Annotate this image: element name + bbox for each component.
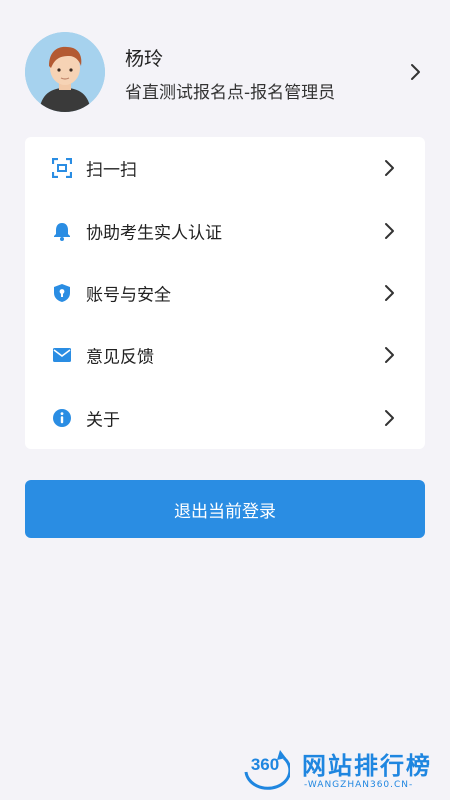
chevron-right-icon: [411, 64, 420, 80]
avatar: [25, 32, 105, 112]
info-icon: [52, 408, 72, 428]
user-name: 杨玲: [125, 48, 164, 70]
bell-icon: [52, 221, 72, 241]
menu-item-label: 意见反馈: [86, 347, 154, 368]
watermark-logo-icon: 360: [244, 750, 290, 790]
chevron-right-icon: [385, 409, 394, 426]
watermark: 360 网站排行榜 -WANGZHAN360.CN-: [238, 740, 450, 800]
chevron-right-icon: [385, 222, 394, 239]
profile-header[interactable]: 杨玲 省直测试报名点-报名管理员: [0, 22, 450, 122]
shield-icon: [52, 283, 72, 303]
menu-item-face-verify[interactable]: 协助考生实人认证: [25, 199, 425, 261]
mail-icon: [52, 345, 72, 365]
chevron-right-icon: [385, 347, 394, 364]
logout-button[interactable]: 退出当前登录: [25, 480, 425, 538]
chevron-right-icon: [385, 284, 394, 301]
chevron-right-icon: [385, 160, 394, 177]
scan-icon: [52, 158, 72, 179]
watermark-title: 网站排行榜: [302, 752, 432, 780]
menu-item-label: 账号与安全: [86, 285, 171, 306]
watermark-badge-text: 360: [251, 755, 279, 774]
avatar-illustration: [25, 32, 105, 112]
menu-item-feedback[interactable]: 意见反馈: [25, 324, 425, 386]
menu-item-account-security[interactable]: 账号与安全: [25, 262, 425, 324]
menu-item-label: 关于: [86, 410, 120, 431]
menu-item-label: 扫一扫: [86, 160, 137, 181]
menu-item-scan[interactable]: 扫一扫: [25, 137, 425, 199]
menu-card: 扫一扫 协助考生实人认证 账号与安全 意见反馈 关于: [25, 137, 425, 449]
menu-item-label: 协助考生实人认证: [86, 223, 222, 244]
user-role: 省直测试报名点-报名管理员: [125, 83, 336, 103]
watermark-subtitle: -WANGZHAN360.CN-: [304, 780, 414, 790]
menu-item-about[interactable]: 关于: [25, 387, 425, 449]
